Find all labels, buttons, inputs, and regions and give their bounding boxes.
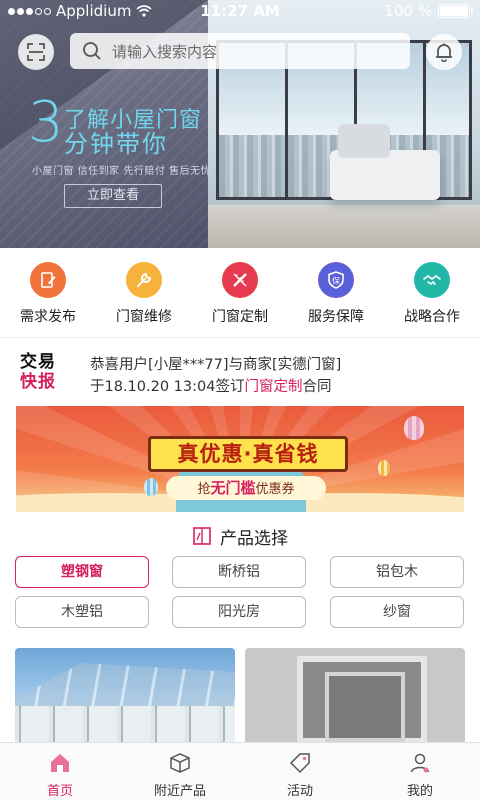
ruler-pencil-icon: [222, 262, 258, 298]
handshake-icon: [414, 262, 450, 298]
chip-wood-plastic-aluminum[interactable]: 木塑铝: [15, 596, 149, 628]
sofa-image: [330, 124, 440, 200]
category-label: 门窗定制: [212, 309, 268, 325]
window-frame-icon: [193, 527, 211, 545]
banner-subtitle: 小屋门窗 信任到家 先行赔付 售后无忧: [32, 166, 212, 177]
category-demand-publish[interactable]: 需求发布: [0, 262, 96, 332]
svg-text:保: 保: [332, 276, 340, 286]
category-label: 战略合作: [404, 309, 460, 325]
search-placeholder: 请输入搜索内容: [112, 42, 218, 61]
scan-icon: [27, 43, 45, 61]
news-highlight: 门窗定制: [244, 379, 303, 395]
tab-nearby-products[interactable]: 附近产品: [120, 743, 240, 800]
search-icon: [82, 41, 102, 61]
category-label: 服务保障: [308, 309, 364, 325]
tab-activities[interactable]: 活动: [240, 743, 360, 800]
box-icon: [166, 749, 194, 777]
trade-news-logo: 交易 快报: [20, 352, 56, 392]
battery-icon: [438, 4, 473, 18]
search-input[interactable]: 请输入搜索内容: [70, 33, 410, 69]
document-edit-icon: [30, 262, 66, 298]
view-now-button[interactable]: 立即查看: [64, 184, 162, 208]
divider: [0, 337, 480, 338]
category-custom[interactable]: 门窗定制: [192, 262, 288, 332]
chip-aluminum-clad-wood[interactable]: 铝包木: [330, 556, 464, 588]
category-label: 需求发布: [20, 309, 76, 325]
category-partnership[interactable]: 战略合作: [384, 262, 480, 332]
category-repair[interactable]: 门窗维修: [96, 262, 192, 332]
chip-plastic-steel[interactable]: 塑钢窗: [15, 556, 149, 588]
balloon-icon: [144, 478, 158, 496]
wrench-icon: [126, 262, 162, 298]
battery-percent: 100 %: [384, 2, 432, 20]
product-card-window-photo[interactable]: [245, 648, 465, 744]
app-screen: 3 了解小屋门窗 分钟带你 小屋门窗 信任到家 先行赔付 售后无忧 立即查看 A…: [0, 0, 480, 800]
balloon-icon: [404, 416, 424, 440]
banner-big-number: 3: [28, 90, 64, 155]
scan-button[interactable]: [18, 34, 54, 70]
tag-icon: [286, 749, 314, 777]
shield-icon: 保: [318, 262, 354, 298]
news-line-2[interactable]: 于18.10.20 13:04签订门窗定制合同: [90, 375, 331, 396]
tab-home[interactable]: 首页: [0, 743, 120, 800]
balloon-icon: [378, 460, 390, 476]
tab-mine[interactable]: 我的: [360, 743, 480, 800]
product-select-title: 产品选择: [220, 528, 288, 549]
category-row: 需求发布 门窗维修 门窗定制 保 服务保障 战略合作: [0, 262, 480, 332]
product-select-header: 产品选择: [0, 524, 480, 549]
bottom-tab-bar: 首页 附近产品 活动 我的: [0, 742, 480, 800]
chip-broken-bridge-aluminum[interactable]: 断桥铝: [172, 556, 306, 588]
bell-icon: [436, 43, 452, 62]
user-icon: [406, 749, 434, 777]
status-bar: Applidium 11:27 AM 100 %: [0, 0, 480, 22]
coupon-title: 真优惠·真省钱: [148, 436, 348, 472]
home-icon: [46, 749, 74, 777]
news-line-1[interactable]: 恭喜用户[小屋***77]与商家[实德门窗]: [90, 353, 341, 374]
chip-screen-window[interactable]: 纱窗: [330, 596, 464, 628]
product-card-sunroom-photo[interactable]: [15, 648, 235, 744]
coupon-banner[interactable]: 真优惠·真省钱 抢无门槛优惠券: [16, 406, 464, 512]
notification-button[interactable]: [426, 34, 462, 70]
category-label: 门窗维修: [116, 309, 172, 325]
category-service[interactable]: 保 服务保障: [288, 262, 384, 332]
coupon-subtitle: 抢无门槛优惠券: [166, 476, 326, 500]
chip-sunroom[interactable]: 阳光房: [172, 596, 306, 628]
banner-headline-2: 分钟带你: [64, 130, 168, 158]
